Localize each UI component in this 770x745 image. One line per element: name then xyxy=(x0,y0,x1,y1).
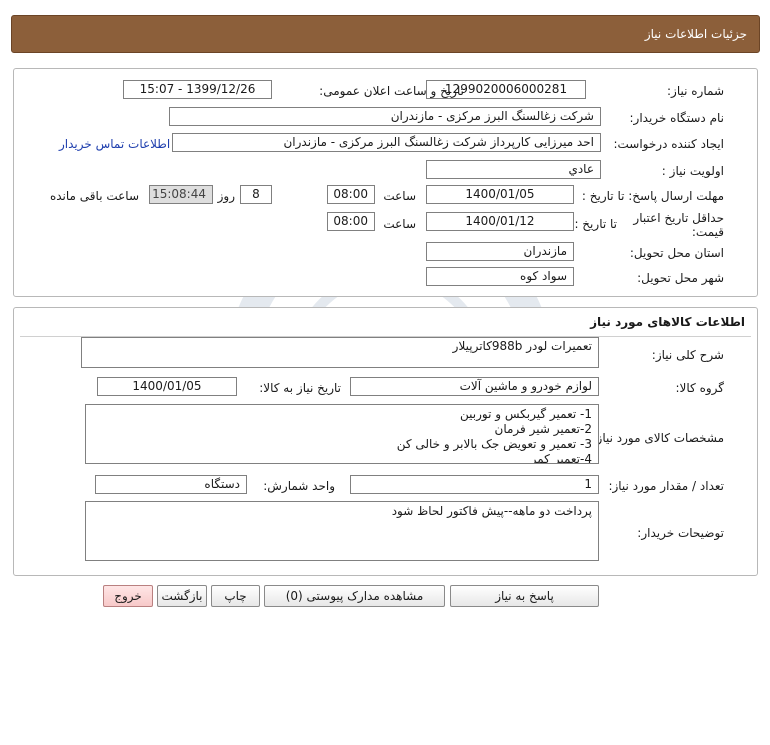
qty-label: تعداد / مقدار مورد نیاز: xyxy=(608,479,724,493)
creator-field: احد میرزایی کارپرداز شرکت زغالسنگ البرز … xyxy=(172,133,601,152)
validity-label: حداقل تاریخ اعتبار قیمت: xyxy=(633,211,724,239)
buyer-field: شرکت زغالسنگ البرز مرکزی - مازندران xyxy=(169,107,601,126)
buyer-label: نام دستگاه خریدار: xyxy=(629,111,725,125)
notes-label: توضیحات خریدار: xyxy=(637,526,724,540)
priority-field: عادي xyxy=(426,160,601,179)
page-header: جزئیات اطلاعات نیاز xyxy=(11,15,760,53)
province-field: مازندران xyxy=(426,242,574,261)
spec-line: 3- تعمیر و تعویض جک بالابر و خالی کن xyxy=(396,437,592,451)
priority-label: اولویت نیاز : xyxy=(661,164,724,178)
validity-until-label: تا تاریخ : xyxy=(574,217,617,231)
back-button[interactable]: بازگشت xyxy=(157,585,207,607)
creator-label: ایجاد کننده درخواست: xyxy=(613,137,724,151)
exit-button[interactable]: خروج xyxy=(103,585,153,607)
reply-button[interactable]: پاسخ به نیاز xyxy=(450,585,599,607)
deadline-time-label: ساعت xyxy=(383,189,416,203)
spec-line: 4-تعمیر کمر xyxy=(530,452,592,464)
unit-field: دستگاه xyxy=(95,475,247,494)
deadline-time-field: 08:00 xyxy=(327,185,375,204)
need-date-field: 1400/01/05 xyxy=(97,377,237,396)
qty-field: 1 xyxy=(350,475,599,494)
validity-time-label: ساعت xyxy=(383,217,416,231)
validity-date-field: 1400/01/12 xyxy=(426,212,574,231)
need-number-label: شماره نیاز: xyxy=(667,84,724,98)
attachments-button[interactable]: مشاهده مدارک پیوستی (0) xyxy=(264,585,445,607)
announce-label: تاریخ و ساعت اعلان عمومی: xyxy=(319,84,464,98)
spec-line: 2-تعمیر شیر فرمان xyxy=(494,422,592,436)
goods-panel: اطلاعات کالاهای مورد نیاز شرح کلی نیاز: … xyxy=(13,307,758,576)
desc-field: تعمیرات لودر 988bکاترپیلار xyxy=(81,337,599,368)
specs-label: مشخصات کالای مورد نیاز: xyxy=(592,431,724,445)
spec-line: 1- تعمیر گیربکس و توربین xyxy=(460,407,592,421)
specs-field: 1- تعمیر گیربکس و توربین 2-تعمیر شیر فرم… xyxy=(85,404,599,464)
days-field: 8 xyxy=(240,185,272,204)
group-label: گروه کالا: xyxy=(675,381,725,395)
deadline-date-field: 1400/01/05 xyxy=(426,185,574,204)
province-label: استان محل تحویل: xyxy=(629,246,724,260)
city-field: سواد کوه xyxy=(426,267,574,286)
announce-field: 1399/12/26 - 15:07 xyxy=(123,80,272,99)
page-title: جزئیات اطلاعات نیاز xyxy=(644,27,747,41)
need-date-label: تاریخ نیاز به کالا: xyxy=(259,381,341,395)
goods-section-title: اطلاعات کالاهای مورد نیاز xyxy=(590,315,745,329)
remaining-time-field: 15:08:44 xyxy=(149,185,213,204)
desc-label: شرح کلی نیاز: xyxy=(651,348,724,362)
buyer-contact-link[interactable]: اطلاعات تماس خریدار xyxy=(59,137,170,151)
city-label: شهر محل تحویل: xyxy=(637,271,724,285)
validity-time-field: 08:00 xyxy=(327,212,375,231)
unit-label: واحد شمارش: xyxy=(263,479,335,493)
group-field: لوازم خودرو و ماشین آلات xyxy=(350,377,599,396)
deadline-label: مهلت ارسال پاسخ: تا تاریخ : xyxy=(581,189,724,203)
notes-field: پرداخت دو ماهه--پیش فاکتور لحاظ شود xyxy=(85,501,599,561)
print-button[interactable]: چاپ xyxy=(211,585,260,607)
remaining-label: ساعت باقی مانده xyxy=(49,189,139,203)
need-info-panel: شماره نیاز: 1299020006000281 تاریخ و ساع… xyxy=(13,68,758,297)
